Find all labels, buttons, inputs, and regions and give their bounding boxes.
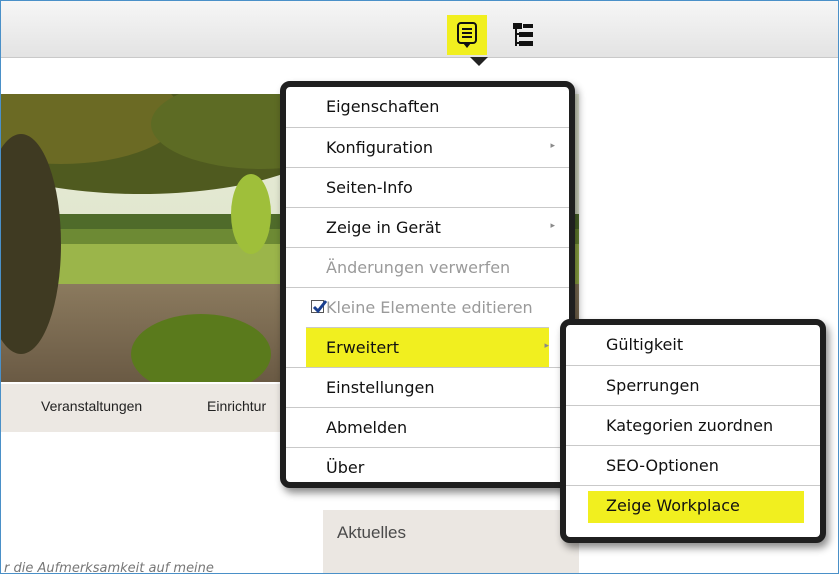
submenu-erweitert: Gültigkeit Sperrungen Kategorien zuordne… xyxy=(560,319,826,543)
context-menu-button[interactable] xyxy=(447,15,487,55)
menu-item-label: Seiten-Info xyxy=(326,178,413,197)
submenu-item-zeige-workplace[interactable]: Zeige Workplace xyxy=(566,485,820,525)
menu-item-seiten-info[interactable]: Seiten-Info xyxy=(286,167,569,207)
menu-item-abmelden[interactable]: Abmelden xyxy=(286,407,569,447)
menu-item-label: Änderungen verwerfen xyxy=(326,258,511,277)
submenu-item-label: Sperrungen xyxy=(606,376,700,395)
menu-item-label: Zeige in Gerät xyxy=(326,218,441,237)
menu-item-zeige-in-geraet[interactable]: Zeige in Gerät ▸ xyxy=(286,207,569,247)
checkbox-checked-icon[interactable] xyxy=(311,300,328,314)
aktuelles-box: Aktuelles xyxy=(323,510,579,573)
menu-item-aenderungen-verwerfen: Änderungen verwerfen xyxy=(286,247,569,287)
menu-item-kleine-elemente-editieren[interactable]: Kleine Elemente editieren xyxy=(286,287,569,327)
submenu-item-label: Zeige Workplace xyxy=(606,496,740,515)
submenu-item-gueltigkeit[interactable]: Gültigkeit xyxy=(566,325,820,365)
body-text: r die Aufmerksamkeit auf meine xyxy=(4,561,214,574)
menu-item-konfiguration[interactable]: Konfiguration ▸ xyxy=(286,127,569,167)
editor-toolbar xyxy=(1,1,838,58)
nav-item-veranstaltungen[interactable]: Veranstaltungen xyxy=(41,398,142,414)
submenu-item-label: Kategorien zuordnen xyxy=(606,416,774,435)
menu-item-eigenschaften[interactable]: Eigenschaften xyxy=(286,87,569,127)
submenu-arrow-icon: ▸ xyxy=(544,341,549,351)
submenu-arrow-icon: ▸ xyxy=(550,221,555,231)
context-menu: Eigenschaften Konfiguration ▸ Seiten-Inf… xyxy=(280,81,575,488)
context-menu-icon xyxy=(455,21,479,49)
submenu-arrow-icon: ▸ xyxy=(550,141,555,151)
menu-item-erweitert[interactable]: Erweitert ▸ xyxy=(306,327,549,367)
submenu-item-label: Gültigkeit xyxy=(606,335,684,354)
menu-item-label: Über xyxy=(326,458,365,477)
menu-item-label: Konfiguration xyxy=(326,138,434,157)
menu-item-label: Abmelden xyxy=(326,418,408,437)
menu-item-label: Erweitert xyxy=(326,338,400,357)
submenu-item-sperrungen[interactable]: Sperrungen xyxy=(566,365,820,405)
sitemap-button[interactable] xyxy=(503,15,543,55)
menu-item-ueber[interactable]: Über xyxy=(286,447,569,482)
menu-pointer xyxy=(470,57,488,66)
sitemap-tree-icon xyxy=(510,21,536,49)
submenu-item-label: SEO-Optionen xyxy=(606,456,719,475)
aktuelles-title: Aktuelles xyxy=(337,523,406,542)
browser-frame: Veranstaltungen Einrichtur Aktuelles r d… xyxy=(0,0,839,574)
menu-item-label: Eigenschaften xyxy=(326,97,440,116)
menu-item-label: Kleine Elemente editieren xyxy=(326,298,533,317)
menu-item-einstellungen[interactable]: Einstellungen xyxy=(286,367,569,407)
submenu-item-kategorien-zuordnen[interactable]: Kategorien zuordnen xyxy=(566,405,820,445)
nav-item-einrichtungen[interactable]: Einrichtur xyxy=(207,398,266,414)
submenu-item-seo-optionen[interactable]: SEO-Optionen xyxy=(566,445,820,485)
menu-item-label: Einstellungen xyxy=(326,378,435,397)
